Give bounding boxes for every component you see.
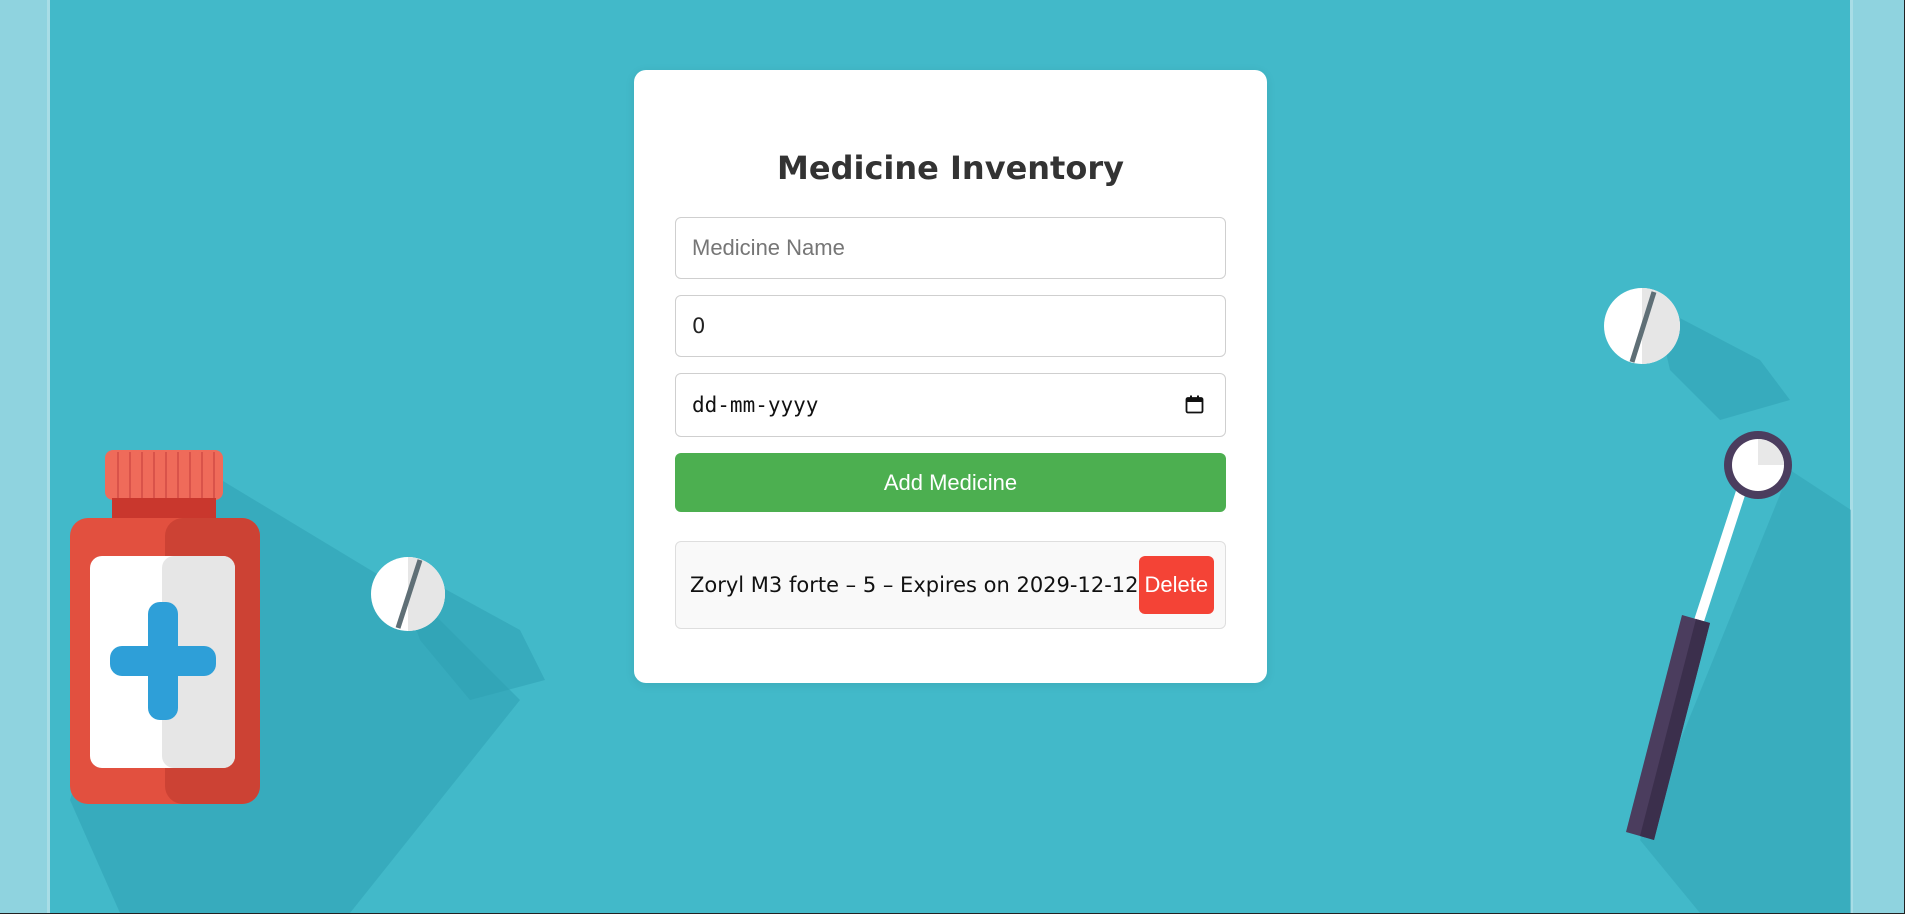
expiry-date-field[interactable]: dd-mm-yyyy [675, 373, 1226, 437]
pill-icon [1604, 288, 1680, 364]
add-medicine-button[interactable]: Add Medicine [675, 453, 1226, 512]
medicine-item-text: Zoryl M3 forte – 5 – Expires on 2029-12-… [690, 573, 1139, 597]
list-item: Zoryl M3 forte – 5 – Expires on 2029-12-… [675, 541, 1226, 629]
delete-button[interactable]: Delete [1138, 556, 1215, 614]
expiry-date-input[interactable]: dd-mm-yyyy [675, 373, 1226, 437]
calendar-icon[interactable] [1185, 395, 1204, 414]
pill-icon [371, 557, 445, 631]
page-title: Medicine Inventory [777, 149, 1124, 187]
inventory-card: Medicine Inventory dd-mm-yyyy Add Medici… [634, 70, 1267, 683]
medicine-name-input[interactable] [675, 217, 1226, 279]
quantity-input[interactable] [675, 295, 1226, 357]
medicine-list: Zoryl M3 forte – 5 – Expires on 2029-12-… [675, 541, 1226, 629]
page-background: Medicine Inventory dd-mm-yyyy Add Medici… [0, 0, 1905, 914]
